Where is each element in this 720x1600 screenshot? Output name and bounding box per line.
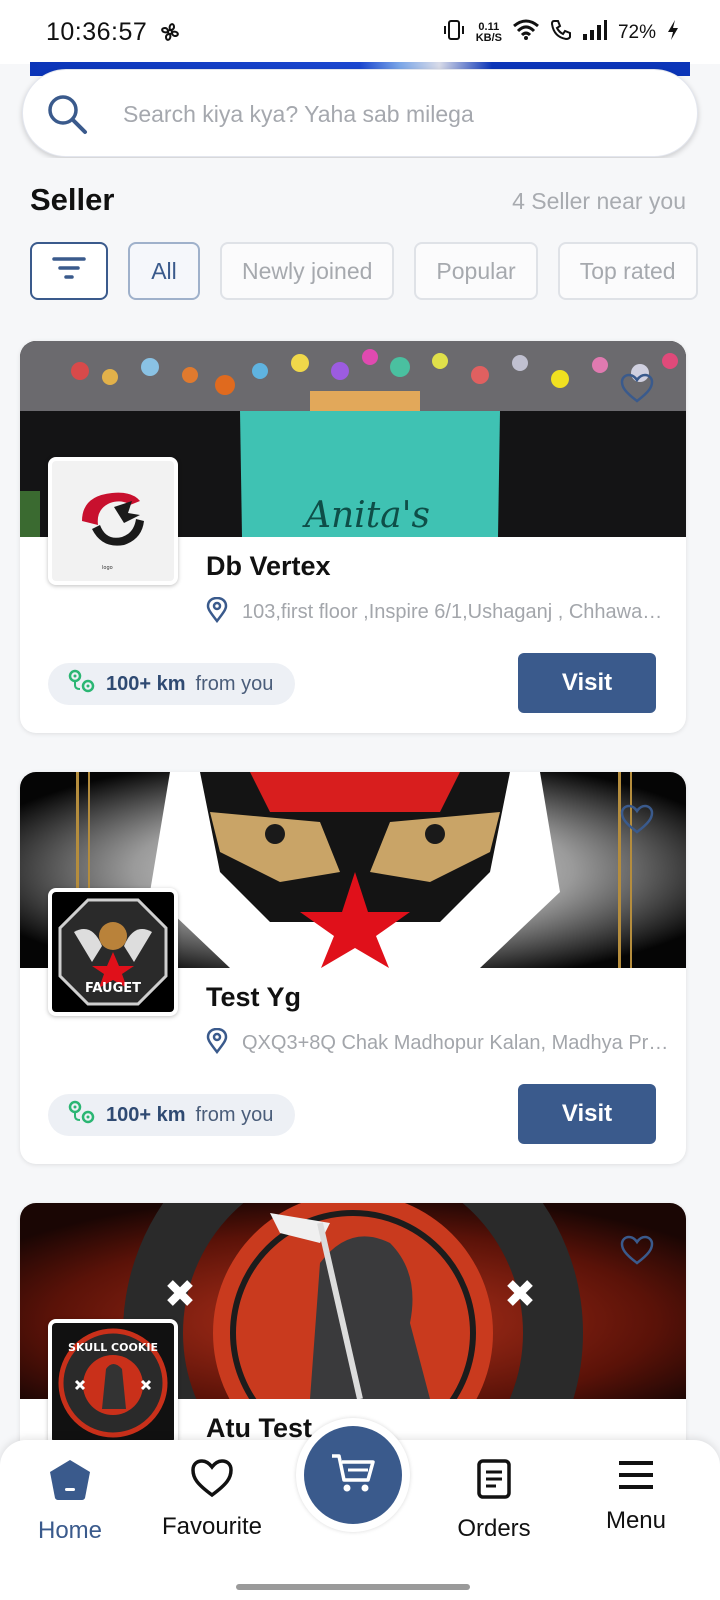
nav-label-menu: Menu <box>605 1507 667 1534</box>
distance-value: 100+ km <box>106 1103 186 1126</box>
location-pin-icon <box>206 1027 228 1059</box>
cart-button-inner <box>304 1426 402 1524</box>
orders-icon <box>476 1459 512 1504</box>
filter-icon <box>52 255 86 287</box>
nav-label-favourite: Favourite <box>161 1513 263 1540</box>
nav-menu[interactable]: Menu <box>566 1458 706 1535</box>
seller-name: Test Yg <box>206 982 302 1012</box>
cart-button[interactable] <box>296 1418 410 1532</box>
network-speed: 0.11 KB/S <box>475 21 502 44</box>
distance-badge: 100+ km from you <box>48 663 296 705</box>
location-pin-icon <box>206 596 228 628</box>
nav-orders[interactable]: Orders <box>424 1458 564 1543</box>
seller-card[interactable]: Anita's logo Db Vertex 103,first floor ,… <box>20 341 686 733</box>
filter-button[interactable] <box>30 242 108 300</box>
net-speed-unit: KB/S <box>475 31 502 44</box>
home-indicator[interactable] <box>236 1584 470 1590</box>
nav-home[interactable]: Home <box>0 1458 140 1545</box>
seller-address: 103,first floor ,Inspire 6/1,Ushaganj , … <box>206 596 672 628</box>
wifi-icon <box>512 19 540 46</box>
distance-suffix: from you <box>195 672 274 695</box>
search-bar[interactable] <box>22 69 698 157</box>
search-input[interactable] <box>123 96 663 132</box>
menu-icon <box>616 1461 656 1496</box>
filter-chip-newly-joined[interactable]: Newly joined <box>220 242 395 300</box>
status-indicators: 0.11 KB/S 72% <box>442 18 680 47</box>
seller-name: Db Vertex <box>206 551 331 581</box>
charging-icon <box>666 19 680 46</box>
filter-chip-popular[interactable]: Popular <box>414 242 538 300</box>
home-icon <box>47 1460 93 1506</box>
cart-icon <box>330 1452 376 1499</box>
visit-button[interactable]: Visit <box>518 653 656 713</box>
search-icon <box>45 92 89 141</box>
favourite-heart-icon[interactable] <box>620 804 654 839</box>
signal-icon <box>582 19 608 46</box>
seller-count: 4 Seller near you <box>512 188 686 214</box>
address-text: 103,first floor ,Inspire 6/1,Ushaganj , … <box>242 601 672 623</box>
distance-badge: 100+ km from you <box>48 1094 296 1136</box>
svg-text:FAUGET: FAUGET <box>85 981 141 996</box>
distance-suffix: from you <box>195 1103 274 1126</box>
section-title: Seller <box>30 182 115 217</box>
call-icon <box>550 19 572 46</box>
status-bar: 10:36:57 0.11 KB/S 72% <box>0 0 720 64</box>
nav-favourite[interactable]: Favourite <box>142 1458 282 1541</box>
distance-value: 100+ km <box>106 672 186 695</box>
filter-chips: All Newly joined Popular Top rated <box>30 242 698 300</box>
fan-icon <box>158 20 182 49</box>
seller-card[interactable]: FAUGET Test Yg QXQ3+8Q Chak Madhopur Kal… <box>20 772 686 1164</box>
route-pin-icon <box>68 1100 96 1131</box>
status-time: 10:36:57 <box>46 18 148 46</box>
route-pin-icon <box>68 669 96 700</box>
seller-logo: FAUGET <box>48 888 178 1016</box>
seller-section-header: Seller 4 Seller near you All Newly joine… <box>0 158 720 324</box>
filter-chip-all[interactable]: All <box>128 242 200 300</box>
seller-logo: logo <box>48 457 178 585</box>
battery-level: 72% <box>617 21 656 43</box>
nav-label-home: Home <box>37 1517 103 1544</box>
app-screen: 10:36:57 0.11 KB/S 72% Search kiya kya? … <box>0 0 720 1600</box>
favourite-heart-icon[interactable] <box>620 1235 654 1270</box>
filter-chip-top-rated[interactable]: Top rated <box>557 242 698 300</box>
seller-address: QXQ3+8Q Chak Madhopur Kalan, Madhya Prad… <box>206 1027 672 1059</box>
heart-icon <box>190 1459 234 1502</box>
svg-text:Anita's: Anita's <box>302 495 430 536</box>
visit-button[interactable]: Visit <box>518 1084 656 1144</box>
svg-text:logo: logo <box>102 565 113 571</box>
address-text: QXQ3+8Q Chak Madhopur Kalan, Madhya Prad… <box>242 1032 672 1054</box>
seller-logo: SKULL COOKIE <box>48 1319 178 1447</box>
svg-text:SKULL COOKIE: SKULL COOKIE <box>68 1341 158 1354</box>
nav-label-orders: Orders <box>457 1515 531 1542</box>
favourite-heart-icon[interactable] <box>620 373 654 408</box>
vibrate-icon <box>442 18 466 47</box>
